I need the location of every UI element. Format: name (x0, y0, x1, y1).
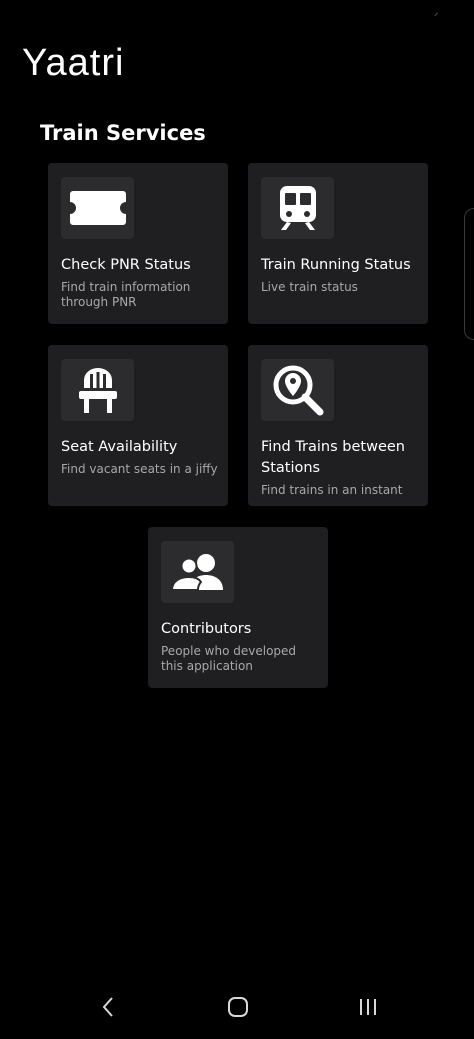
card-seat-availability[interactable]: Seat Availability Find vacant seats in a… (48, 345, 228, 506)
card-subtitle: Live train status (261, 280, 358, 294)
home-outline-icon (228, 997, 248, 1017)
app-title: Yaatri (22, 42, 125, 84)
chevron-left-icon (102, 997, 113, 1017)
home-button[interactable] (208, 975, 268, 1039)
card-contributors[interactable]: Contributors People who developed this a… (148, 527, 328, 688)
card-train-running-status[interactable]: Train Running Status Live train status (248, 163, 428, 324)
recents-button[interactable] (338, 975, 398, 1039)
card-subtitle: Find vacant seats in a jiffy (61, 462, 218, 476)
ticket-icon (69, 191, 126, 225)
card-title: Train Running Status (261, 257, 411, 273)
people-icon (170, 554, 223, 591)
card-check-pnr-status[interactable]: Check PNR Status Find train information … (48, 163, 228, 324)
back-button[interactable] (78, 975, 138, 1039)
icon-container (261, 359, 334, 421)
card-title: Check PNR Status (61, 257, 191, 273)
train-icon (279, 186, 316, 230)
card-subtitle: Find trains in an instant (261, 483, 403, 497)
icon-container (261, 177, 334, 239)
icon-container (61, 359, 134, 421)
card-title: Find Trains between Stations (261, 439, 405, 476)
card-title: Seat Availability (61, 439, 178, 455)
card-find-trains-between-stations[interactable]: Find Trains between Stations Find trains… (248, 345, 428, 506)
chair-icon (78, 368, 117, 413)
card-title: Contributors (161, 621, 252, 637)
status-indicator-icon: ⸍ (434, 12, 439, 22)
card-subtitle: People who developed this application (161, 644, 297, 673)
card-subtitle: Find train information through PNR (61, 280, 191, 309)
section-title: Train Services (40, 121, 206, 145)
edge-panel-handle[interactable] (464, 208, 474, 340)
system-navigation-bar (0, 975, 474, 1039)
recents-lines-icon (360, 999, 376, 1015)
icon-container (61, 177, 134, 239)
icon-container (161, 541, 234, 603)
location-search-icon (273, 365, 323, 416)
